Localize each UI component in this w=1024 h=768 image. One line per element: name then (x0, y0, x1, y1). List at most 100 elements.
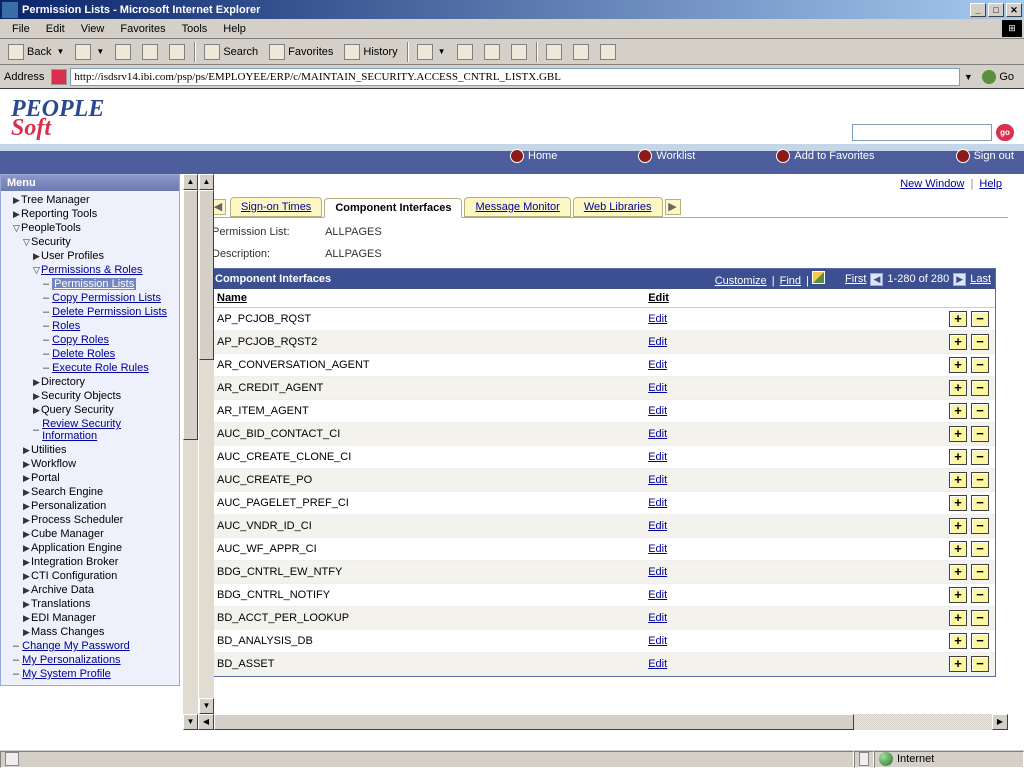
menu-favorites[interactable]: Favorites (112, 21, 173, 37)
tree-arrow-icon[interactable]: – (33, 424, 42, 436)
menu-tools[interactable]: Tools (174, 21, 216, 37)
tree-arrow-icon[interactable]: – (43, 306, 52, 318)
add-row-button[interactable]: + (949, 633, 967, 649)
tree-arrow-icon[interactable]: ▶ (33, 251, 41, 262)
scroll-down-icon[interactable]: ▼ (183, 714, 198, 730)
sidebar-item[interactable]: ▶Portal (1, 471, 179, 485)
tree-arrow-icon[interactable]: – (43, 362, 52, 374)
tree-arrow-icon[interactable]: ▶ (13, 209, 21, 220)
tree-arrow-icon[interactable]: ▶ (23, 613, 31, 624)
delete-row-button[interactable]: − (971, 633, 989, 649)
go-button[interactable]: Go (976, 70, 1020, 84)
edit-link[interactable]: Edit (648, 658, 667, 670)
grid-customize-link[interactable]: Customize (713, 275, 769, 287)
address-dropdown[interactable]: ▼ (960, 72, 976, 82)
add-row-button[interactable]: + (949, 518, 967, 534)
grid-first-link[interactable]: First (845, 273, 866, 285)
tree-arrow-icon[interactable]: – (43, 348, 52, 360)
tree-arrow-icon[interactable]: ▶ (23, 529, 31, 540)
tab[interactable]: Message Monitor (464, 197, 570, 217)
tree-arrow-icon[interactable]: ▶ (23, 515, 31, 526)
extra1-button[interactable] (542, 42, 566, 62)
delete-row-button[interactable]: − (971, 587, 989, 603)
extra3-button[interactable] (596, 42, 620, 62)
delete-row-button[interactable]: − (971, 357, 989, 373)
sidebar-item[interactable]: ▶User Profiles (1, 249, 179, 263)
stop-button[interactable] (111, 42, 135, 62)
delete-row-button[interactable]: − (971, 403, 989, 419)
refresh-button[interactable] (138, 42, 162, 62)
search-button[interactable]: Search (200, 42, 262, 62)
forward-button[interactable]: ▼ (71, 42, 108, 62)
sidebar-item-label[interactable]: My System Profile (22, 668, 111, 680)
tree-arrow-icon[interactable]: ▶ (23, 585, 31, 596)
nav-sign-out[interactable]: Sign out (956, 149, 1014, 163)
edit-link[interactable]: Edit (648, 635, 667, 647)
sidebar-scrollbar[interactable]: ▲ ▼ (182, 174, 198, 730)
scroll-thumb[interactable] (183, 190, 198, 440)
sidebar-item-label[interactable]: Roles (52, 320, 80, 332)
delete-row-button[interactable]: − (971, 564, 989, 580)
delete-row-button[interactable]: − (971, 495, 989, 511)
help-link[interactable]: Help (979, 178, 1002, 190)
delete-row-button[interactable]: − (971, 426, 989, 442)
page-hscrollbar[interactable]: ◀ ▶ (198, 714, 1008, 730)
sidebar-item-label[interactable]: Copy Permission Lists (52, 292, 161, 304)
grid-last-link[interactable]: Last (970, 273, 991, 285)
add-row-button[interactable]: + (949, 610, 967, 626)
favorites-button[interactable]: Favorites (265, 42, 337, 62)
tree-arrow-icon[interactable]: ▽ (33, 265, 41, 276)
search-go-button[interactable]: go (996, 124, 1014, 141)
col-edit[interactable]: Edit (642, 289, 799, 308)
tree-arrow-icon[interactable]: ▽ (23, 237, 31, 248)
add-row-button[interactable]: + (949, 541, 967, 557)
tree-arrow-icon[interactable]: ▶ (23, 487, 31, 498)
scroll-up-icon[interactable]: ▲ (183, 174, 198, 190)
menu-view[interactable]: View (73, 21, 113, 37)
nav-add-favorites[interactable]: Add to Favorites (776, 149, 874, 163)
add-row-button[interactable]: + (949, 357, 967, 373)
page-scroll-down-icon[interactable]: ▼ (199, 698, 214, 714)
sidebar-item[interactable]: –Roles (1, 319, 179, 333)
sidebar-item-label[interactable]: Delete Permission Lists (52, 306, 167, 318)
add-row-button[interactable]: + (949, 495, 967, 511)
tab[interactable]: Web Libraries (573, 197, 663, 217)
edit-link[interactable]: Edit (648, 451, 667, 463)
edit-link[interactable]: Edit (648, 612, 667, 624)
sidebar-item[interactable]: ▽Permissions & Roles (1, 263, 179, 277)
sidebar-item-label[interactable]: Execute Role Rules (52, 362, 149, 374)
hscroll-left-icon[interactable]: ◀ (198, 714, 214, 730)
tree-arrow-icon[interactable]: ▶ (33, 405, 41, 416)
tree-arrow-icon[interactable]: ▶ (23, 571, 31, 582)
delete-row-button[interactable]: − (971, 380, 989, 396)
sidebar-item[interactable]: ▶Archive Data (1, 583, 179, 597)
tree-arrow-icon[interactable]: ▶ (23, 459, 31, 470)
sidebar-item[interactable]: –My Personalizations (1, 653, 179, 667)
sidebar-item[interactable]: ▶Integration Broker (1, 555, 179, 569)
tree-arrow-icon[interactable]: – (43, 292, 52, 304)
edit-link[interactable]: Edit (648, 359, 667, 371)
sidebar-item[interactable]: –Copy Roles (1, 333, 179, 347)
add-row-button[interactable]: + (949, 587, 967, 603)
sidebar-item[interactable]: ▶Utilities (1, 443, 179, 457)
sidebar-item-label[interactable]: Delete Roles (52, 348, 115, 360)
edit-link[interactable]: Edit (648, 566, 667, 578)
page-scrollbar[interactable]: ▲ ▼ (198, 174, 214, 714)
grid-next-icon[interactable]: ▶ (953, 273, 966, 286)
edit-link[interactable]: Edit (648, 428, 667, 440)
sidebar-item[interactable]: ▶Translations (1, 597, 179, 611)
add-row-button[interactable]: + (949, 472, 967, 488)
discuss-button[interactable] (507, 42, 531, 62)
sidebar-item[interactable]: ▶Tree Manager (1, 193, 179, 207)
edit-button[interactable] (480, 42, 504, 62)
tree-arrow-icon[interactable]: – (13, 654, 22, 666)
tree-arrow-icon[interactable]: ▶ (23, 501, 31, 512)
download-icon[interactable] (812, 271, 825, 284)
sidebar-item-label[interactable]: Permission Lists (54, 278, 134, 290)
sidebar-item[interactable]: ▶Security Objects (1, 389, 179, 403)
sidebar-item[interactable]: ▶Workflow (1, 457, 179, 471)
sidebar-item[interactable]: ▶Cube Manager (1, 527, 179, 541)
edit-link[interactable]: Edit (648, 589, 667, 601)
sidebar-item[interactable]: ▶Search Engine (1, 485, 179, 499)
new-window-link[interactable]: New Window (900, 178, 964, 190)
